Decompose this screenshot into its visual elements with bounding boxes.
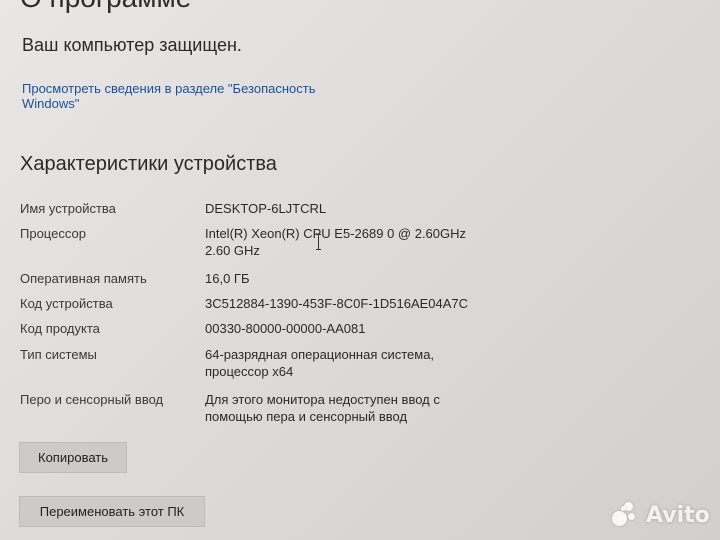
spec-label: Оперативная память — [20, 271, 147, 286]
spec-value: 00330-80000-00000-AA081 — [205, 321, 366, 336]
spec-value: 3C512884-1390-453F-8C0F-1D516AE04A7C — [205, 296, 469, 311]
spec-value: 64-разрядная операционная система, проце… — [205, 347, 435, 379]
avito-logo-icon — [612, 502, 640, 528]
avito-watermark: Avito — [612, 502, 710, 528]
watermark-text: Avito — [646, 502, 710, 528]
text-cursor-icon — [316, 234, 321, 250]
copy-button[interactable]: Копировать — [19, 442, 127, 473]
spec-value: Intel(R) Xeon(R) CPU E5-2689 0 @ 2.60GHz… — [205, 226, 467, 258]
device-specs-title: Характеристики устройства — [20, 153, 277, 175]
page-title: О программе — [20, 0, 191, 14]
spec-label: Код устройства — [20, 296, 113, 311]
spec-label: Код продукта — [20, 321, 100, 336]
spec-label: Тип системы — [20, 347, 97, 362]
spec-label: Процессор — [20, 226, 86, 241]
protection-status: Ваш компьютер защищен. — [22, 35, 242, 55]
spec-value: DESKTOP-6LJTCRL — [205, 201, 327, 216]
spec-label: Имя устройства — [20, 201, 116, 216]
rename-pc-button[interactable]: Переименовать этот ПК — [19, 496, 205, 527]
spec-value: 16,0 ГБ — [205, 271, 250, 286]
security-details-link[interactable]: Просмотреть сведения в разделе "Безопасн… — [22, 81, 362, 111]
spec-label: Перо и сенсорный ввод — [20, 392, 164, 407]
spec-value: Для этого монитора недоступен ввод с пом… — [205, 392, 440, 424]
